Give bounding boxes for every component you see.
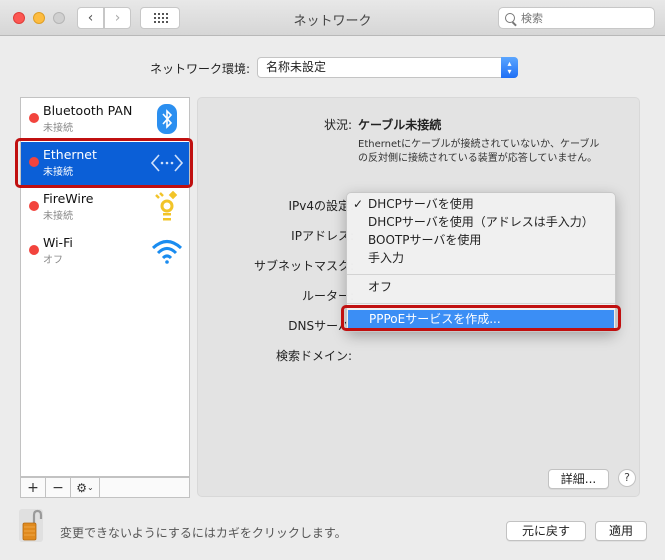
service-item-bluetooth-pan[interactable]: Bluetooth PAN 未接続: [21, 98, 189, 142]
bluetooth-icon: [151, 103, 183, 135]
service-name: Ethernet: [43, 147, 97, 162]
ipv4-config-menu: ✓ DHCPサーバを使用 DHCPサーバを使用（アドレスは手入力） BOOTPサ…: [346, 192, 616, 332]
service-item-wifi[interactable]: Wi-Fi オフ: [21, 230, 189, 274]
title-bar: ‹ › ネットワーク: [0, 0, 665, 36]
search-field[interactable]: [498, 7, 655, 29]
status-value: ケーブル未接続: [358, 118, 442, 132]
status-dot: [29, 113, 39, 123]
service-item-ethernet[interactable]: Ethernet 未接続: [21, 142, 189, 186]
service-list: Bluetooth PAN 未接続 Ethernet 未接続 FireWire …: [20, 97, 190, 477]
menu-separator: [347, 274, 615, 275]
menu-item-dhcp-manual[interactable]: DHCPサーバを使用（アドレスは手入力）: [347, 214, 615, 231]
status-dot: [29, 245, 39, 255]
menu-separator: [347, 303, 615, 304]
chevron-down-icon: ⌄: [87, 483, 94, 492]
service-status: 未接続: [43, 167, 73, 178]
revert-button[interactable]: 元に戻す: [506, 521, 586, 541]
lock-hint-text: 変更できないようにするにはカギをクリックします。: [60, 526, 347, 540]
search-domain-label: 検索ドメイン:: [275, 349, 352, 363]
status-dot: [29, 201, 39, 211]
subnet-mask-label: サブネットマスク:: [253, 259, 354, 273]
dns-server-label: DNSサーバ:: [288, 319, 354, 333]
search-icon: [505, 13, 515, 23]
unlocked-padlock-icon: [22, 509, 43, 541]
wifi-icon: [151, 235, 183, 267]
service-item-firewire[interactable]: FireWire 未接続: [21, 186, 189, 230]
status-label: 状況:: [323, 118, 352, 132]
advanced-button[interactable]: 詳細...: [548, 469, 609, 489]
location-select[interactable]: 名称未設定 ▴ ▾: [257, 57, 518, 78]
remove-service-button[interactable]: −: [46, 478, 71, 497]
menu-item-dhcp[interactable]: ✓ DHCPサーバを使用: [347, 196, 615, 213]
firewire-icon: [151, 191, 183, 223]
service-status: 未接続: [43, 123, 73, 134]
menu-item-manual[interactable]: 手入力: [347, 250, 615, 267]
search-input[interactable]: [521, 11, 641, 25]
location-label: ネットワーク環境:: [150, 62, 251, 76]
help-button[interactable]: ?: [618, 469, 636, 487]
add-service-button[interactable]: +: [21, 478, 46, 497]
service-status: 未接続: [43, 211, 73, 222]
plus-icon: +: [27, 479, 39, 496]
service-status: オフ: [43, 255, 63, 266]
menu-item-create-pppoe[interactable]: PPPoEサービスを作成...: [348, 310, 614, 329]
service-name: FireWire: [43, 191, 94, 206]
ip-address-label: IPアドレス:: [291, 229, 354, 243]
service-name: Bluetooth PAN: [43, 103, 133, 118]
checkmark-icon: ✓: [353, 197, 364, 211]
gear-icon: ⚙: [76, 480, 88, 495]
minus-icon: −: [52, 479, 64, 496]
ipv4-config-label: IPv4の設定:: [288, 199, 354, 213]
menu-item-off[interactable]: オフ: [347, 279, 615, 296]
apply-button[interactable]: 適用: [595, 521, 647, 541]
status-dot: [29, 157, 39, 167]
router-label: ルーター:: [301, 289, 354, 303]
lock-button[interactable]: [19, 509, 43, 542]
menu-item-bootp[interactable]: BOOTPサーバを使用: [347, 232, 615, 249]
status-description: Ethernetにケーブルが接続されていないか、ケーブルの反対側に接続されている…: [358, 139, 600, 164]
service-list-toolbar: + − ⚙ ⌄: [20, 477, 190, 498]
location-value: 名称未設定: [266, 60, 327, 74]
ethernet-icon: [151, 147, 183, 179]
service-name: Wi-Fi: [43, 235, 73, 250]
updown-chevron-icon: ▴ ▾: [501, 57, 518, 78]
action-menu-button[interactable]: ⚙ ⌄: [71, 478, 100, 497]
